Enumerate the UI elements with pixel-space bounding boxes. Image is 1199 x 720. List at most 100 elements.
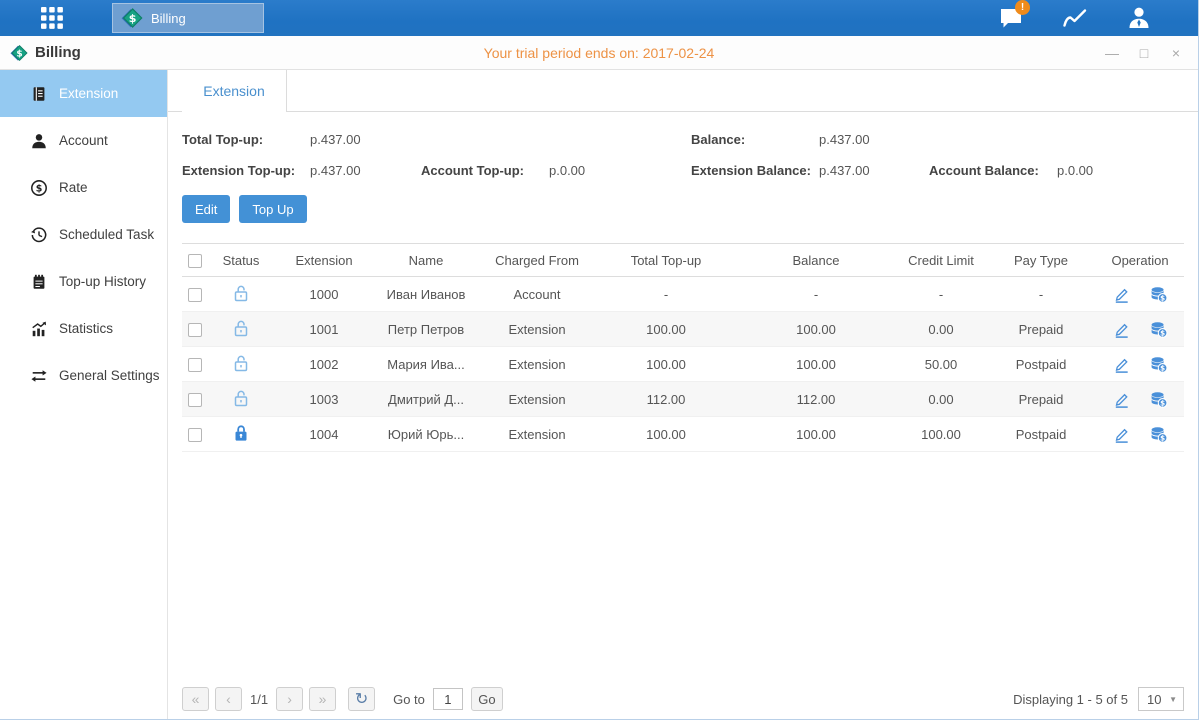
taskbar-tab-label: Billing <box>151 11 186 26</box>
sidebar-item-rate[interactable]: Rate <box>0 164 167 211</box>
summary-total-topup: Total Top-up:p.437.00 <box>182 132 421 147</box>
edit-row-icon[interactable] <box>1112 320 1131 339</box>
column-header-credit-limit: Credit Limit <box>896 253 986 268</box>
column-header-name: Name <box>374 253 478 268</box>
action-buttons: Edit Top Up <box>182 195 1184 223</box>
column-header-balance: Balance <box>736 253 896 268</box>
goto-page-input[interactable] <box>433 688 463 710</box>
go-button[interactable]: Go <box>471 687 503 711</box>
cell-credit-limit: 0.00 <box>896 392 986 407</box>
table-row: 1004 Юрий Юрь... Extension 100.00 100.00… <box>182 417 1184 452</box>
row-checkbox[interactable] <box>188 323 202 337</box>
row-checkbox[interactable] <box>188 428 202 442</box>
app-launcher-button[interactable] <box>34 6 70 30</box>
sidebar-item-statistics[interactable]: Statistics <box>0 305 167 352</box>
summary-value: p.437.00 <box>310 132 361 147</box>
cell-credit-limit: 50.00 <box>896 357 986 372</box>
top-up-row-icon[interactable] <box>1149 285 1169 304</box>
cell-charged-from: Extension <box>478 322 596 337</box>
user-menu-button[interactable] <box>1122 4 1156 32</box>
row-checkbox[interactable] <box>188 358 202 372</box>
summary-account-topup: Account Top-up:p.0.00 <box>421 163 691 178</box>
edit-row-icon[interactable] <box>1112 425 1131 444</box>
sidebar-item-account[interactable]: Account <box>0 117 167 164</box>
column-header-status: Status <box>208 253 274 268</box>
sidebar-item-label: Statistics <box>59 321 113 336</box>
cell-balance: 100.00 <box>736 427 896 442</box>
column-header-extension: Extension <box>274 253 374 268</box>
displaying-count: Displaying 1 - 5 of 5 <box>1013 692 1128 707</box>
minimize-icon[interactable]: — <box>1104 45 1120 61</box>
edit-row-icon[interactable] <box>1112 285 1131 304</box>
top-up-row-icon[interactable] <box>1149 355 1169 374</box>
cell-extension: 1004 <box>274 427 374 442</box>
cell-total-topup: 112.00 <box>596 392 736 407</box>
tab-extension[interactable]: Extension <box>182 70 287 112</box>
row-checkbox[interactable] <box>188 393 202 407</box>
lock-open-icon <box>231 388 251 408</box>
cell-charged-from: Extension <box>478 357 596 372</box>
prev-page-button[interactable]: ‹ <box>215 687 242 711</box>
page-size-select[interactable]: 10 ▼ <box>1138 687 1184 711</box>
trial-notice: Your trial period ends on: 2017-02-24 <box>0 45 1198 61</box>
cell-name: Петр Петров <box>374 322 478 337</box>
cell-extension: 1000 <box>274 287 374 302</box>
sidebar-item-extension[interactable]: Extension <box>0 70 167 117</box>
account-icon <box>30 132 48 150</box>
grid-icon <box>39 5 65 31</box>
select-all-checkbox[interactable] <box>188 254 202 268</box>
notification-badge: ! <box>1015 0 1030 15</box>
table-row: 1002 Мария Ива... Extension 100.00 100.0… <box>182 347 1184 382</box>
extension-icon <box>30 85 48 103</box>
top-up-row-icon[interactable] <box>1149 425 1169 444</box>
next-page-button[interactable]: › <box>276 687 303 711</box>
top-up-row-icon[interactable] <box>1149 320 1169 339</box>
lock-open-icon <box>231 283 251 303</box>
taskbar-tab-billing[interactable]: Billing <box>112 3 264 33</box>
cell-extension: 1002 <box>274 357 374 372</box>
cell-balance: - <box>736 287 896 302</box>
sidebar-item-scheduled-task[interactable]: Scheduled Task <box>0 211 167 258</box>
cell-pay-type: Prepaid <box>986 322 1096 337</box>
row-checkbox[interactable] <box>188 288 202 302</box>
cell-name: Мария Ива... <box>374 357 478 372</box>
refresh-button[interactable]: ↻ <box>348 687 375 711</box>
line-chart-icon <box>1061 5 1089 31</box>
edit-row-icon[interactable] <box>1112 355 1131 374</box>
maximize-icon[interactable]: □ <box>1136 45 1152 61</box>
topup-history-icon <box>30 273 48 291</box>
table-row: 1000 Иван Иванов Account - - - - <box>182 277 1184 312</box>
sidebar-item-general-settings[interactable]: General Settings <box>0 352 167 399</box>
window-titlebar: Billing Your trial period ends on: 2017-… <box>0 36 1198 70</box>
person-icon <box>1125 5 1153 31</box>
edit-row-icon[interactable] <box>1112 390 1131 409</box>
summary-extension-topup: Extension Top-up:p.437.00 <box>182 163 421 178</box>
cell-extension: 1003 <box>274 392 374 407</box>
billing-summary: Total Top-up:p.437.00 Balance:p.437.00 E… <box>182 124 1184 186</box>
cell-total-topup: - <box>596 287 736 302</box>
pagination-bar: « ‹ 1/1 › » ↻ Go to Go Displaying 1 - 5 … <box>182 685 1184 713</box>
lock-open-icon <box>231 318 251 338</box>
sidebar-item-topup-history[interactable]: Top-up History <box>0 258 167 305</box>
app-window: Billing ! Billing Your trial period ends… <box>0 0 1199 720</box>
close-icon[interactable]: × <box>1168 45 1184 61</box>
chevron-left-icon: ‹ <box>226 691 231 707</box>
cell-charged-from: Account <box>478 287 596 302</box>
cell-charged-from: Extension <box>478 427 596 442</box>
cell-name: Юрий Юрь... <box>374 427 478 442</box>
window-controls: — □ × <box>1104 45 1184 61</box>
edit-button[interactable]: Edit <box>182 195 230 223</box>
resource-monitor-button[interactable] <box>1058 4 1092 32</box>
page-size-value: 10 <box>1147 692 1161 707</box>
notifications-button[interactable]: ! <box>994 4 1028 32</box>
cell-pay-type: - <box>986 287 1096 302</box>
cell-balance: 100.00 <box>736 322 896 337</box>
rate-icon <box>30 179 48 197</box>
top-up-row-icon[interactable] <box>1149 390 1169 409</box>
summary-label: Extension Top-up: <box>182 163 310 178</box>
top-up-button[interactable]: Top Up <box>239 195 306 223</box>
tab-strip: Extension <box>168 70 1198 112</box>
summary-value: p.437.00 <box>819 163 870 178</box>
first-page-button[interactable]: « <box>182 687 209 711</box>
last-page-button[interactable]: » <box>309 687 336 711</box>
